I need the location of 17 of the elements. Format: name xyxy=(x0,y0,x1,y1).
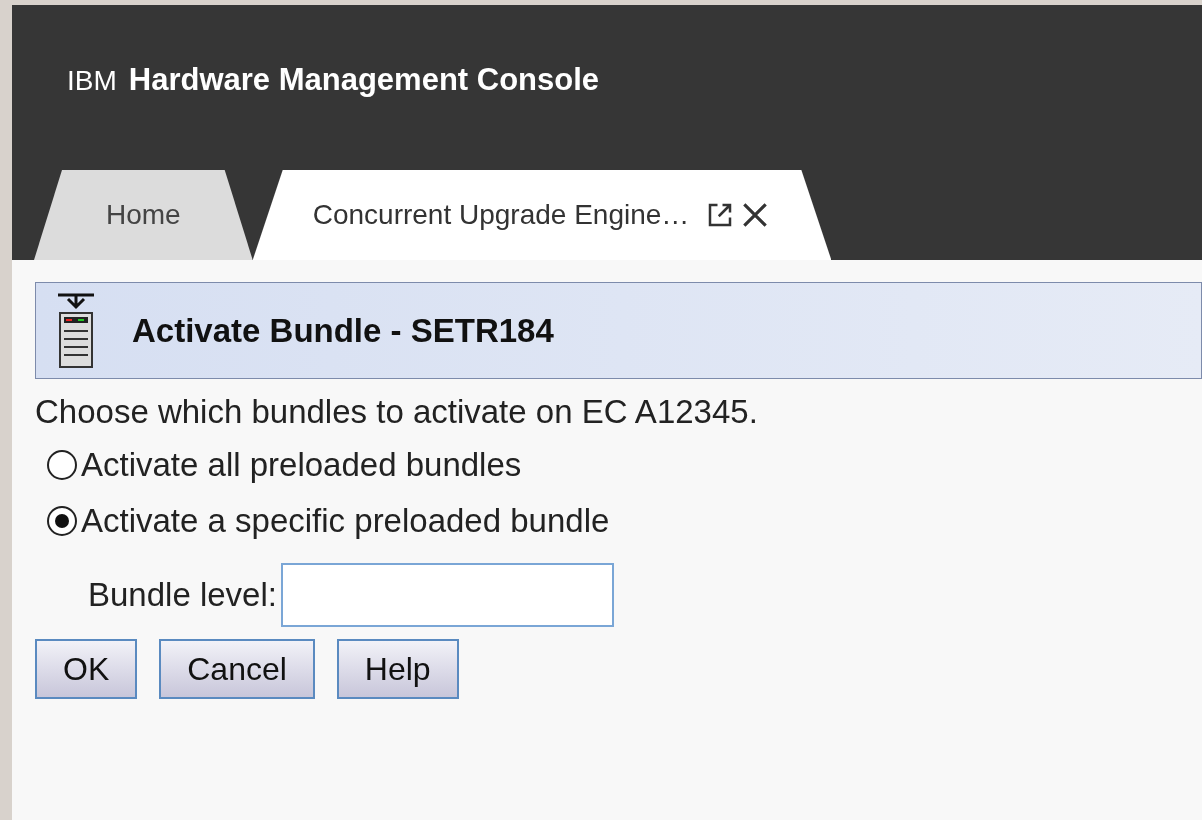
radio-button[interactable] xyxy=(47,506,77,536)
brand-label: IBM xyxy=(67,64,117,98)
dialog-button[interactable]: OK xyxy=(35,639,138,699)
tab-label: Home xyxy=(106,198,181,232)
dialog-button[interactable]: Help xyxy=(336,639,459,699)
radio-button[interactable] xyxy=(47,450,77,480)
dialog-button[interactable]: Cancel xyxy=(159,639,315,699)
field-label: Bundle level: xyxy=(88,575,277,616)
radio-label: Activate a specific preloaded bundle xyxy=(81,501,610,542)
tab-label: Concurrent Upgrade Engine… xyxy=(312,198,690,232)
instruction-text: Choose which bundles to activate on EC A12345. xyxy=(35,392,759,433)
product-title: Hardware Management Console xyxy=(128,61,600,99)
radio-label: Activate all preloaded bundles xyxy=(81,445,522,486)
bundle-level-field[interactable] xyxy=(280,563,614,627)
tab[interactable]: Home xyxy=(34,170,253,260)
tab[interactable]: Concurrent Upgrade Engine… xyxy=(252,170,832,260)
panel-title: Activate Bundle - SETR184 xyxy=(132,310,554,351)
